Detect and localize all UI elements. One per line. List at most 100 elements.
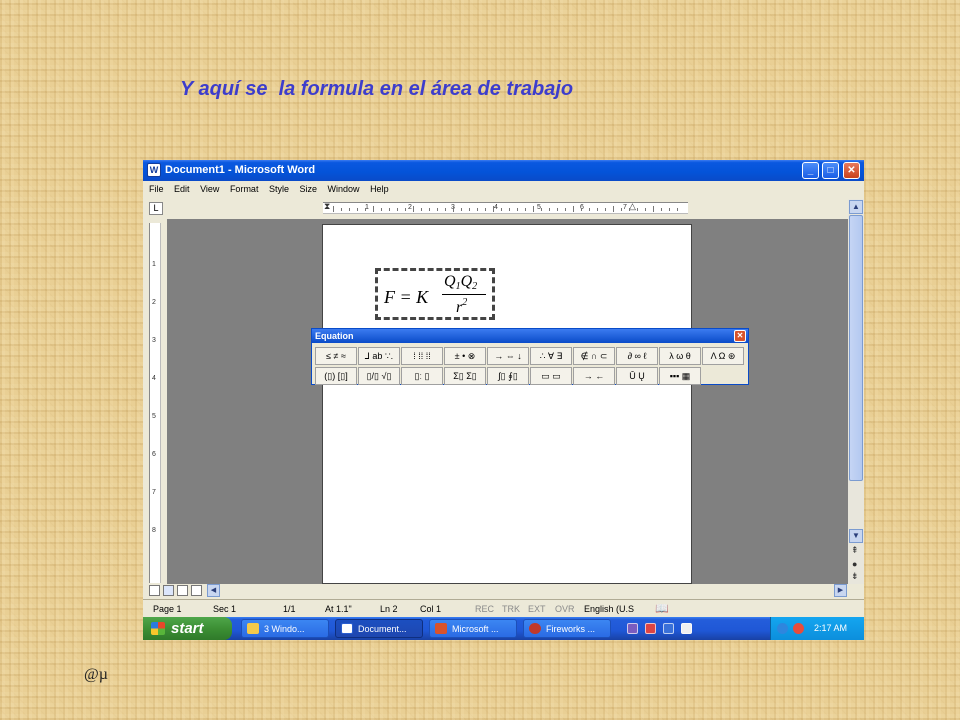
clock[interactable]: 2:17 AM	[814, 623, 847, 633]
taskbar-button-windows[interactable]: 3 Windo...	[241, 619, 329, 638]
fireworks-icon	[529, 623, 541, 634]
spaces-ellipses-button[interactable]: ⅃ ab ∵.	[358, 347, 400, 365]
status-pages: 1/1	[283, 604, 296, 614]
status-ext[interactable]: EXT	[528, 604, 546, 614]
labeled-arrow-button[interactable]: → ←	[573, 367, 615, 385]
vertical-ruler[interactable]: 1 2 3 4 5 6 7 8	[149, 223, 161, 583]
set-theory-button[interactable]: ∉ ∩ ⊂	[573, 347, 615, 365]
ruler-tick	[461, 208, 462, 211]
ruler-number: 2	[408, 204, 412, 211]
fraction-radical-button[interactable]: ▯/▯ √▯	[358, 367, 400, 385]
embellishments-button[interactable]: ⁞ ⁞⁞ ⁞⁞	[401, 347, 443, 365]
scroll-left-icon[interactable]: ◀	[207, 584, 220, 597]
menu-view[interactable]: View	[196, 181, 223, 194]
ruler-number: 5	[152, 413, 156, 420]
ruler-tick	[677, 208, 678, 211]
ruler-tick	[621, 208, 622, 211]
scroll-up-icon[interactable]: ▲	[849, 200, 863, 214]
quicklaunch-help-icon[interactable]	[663, 623, 674, 634]
document-page[interactable]: F = K Q1Q2 r2	[322, 224, 692, 584]
eq-sub-2: 2	[472, 281, 478, 292]
status-trk[interactable]: TRK	[502, 604, 520, 614]
tab-selector[interactable]: L	[149, 202, 163, 215]
taskbar-button-document[interactable]: Document...	[335, 619, 423, 638]
security-alert-icon[interactable]	[793, 623, 804, 634]
quicklaunch-chat-icon[interactable]	[645, 623, 656, 634]
quicklaunch-pen-icon[interactable]	[627, 623, 638, 634]
equation-toolbar-title[interactable]: Equation	[312, 329, 748, 343]
menu-file[interactable]: File	[145, 181, 168, 194]
greek-lower-button[interactable]: λ ω θ	[659, 347, 701, 365]
vertical-scrollbar[interactable]: ▲ ▼ ⇞ ● ⇟	[848, 199, 864, 584]
menu-size[interactable]: Size	[296, 181, 322, 194]
status-ovr[interactable]: OVR	[555, 604, 575, 614]
subscript-superscript-button[interactable]: ▯ː ▯	[401, 367, 443, 385]
ruler-tick	[581, 208, 582, 211]
ruler-tick	[453, 206, 454, 212]
outline-view-icon[interactable]	[191, 585, 202, 596]
ruler-tick	[525, 208, 526, 211]
minimize-button[interactable]: _	[802, 162, 819, 179]
arrow-symbols-button[interactable]: → ⇔ ↓	[487, 347, 529, 365]
next-page-icon[interactable]: ⇟	[851, 571, 859, 582]
products-set-button[interactable]: Ū Ų	[616, 367, 658, 385]
taskbar-button-fireworks[interactable]: Fireworks ...	[523, 619, 611, 638]
menu-help[interactable]: Help	[366, 181, 393, 194]
ruler-number: 7	[623, 204, 627, 211]
fence-templates-button[interactable]: (▯) [▯]	[315, 367, 357, 385]
windows-taskbar: start 3 Windo... Document... Microsoft .…	[143, 617, 864, 640]
normal-view-icon[interactable]	[149, 585, 160, 596]
ruler-tick	[533, 206, 534, 212]
web-layout-icon[interactable]	[163, 585, 174, 596]
underbar-overbar-button[interactable]: ▭ ▭	[530, 367, 572, 385]
ruler-tick	[477, 208, 478, 211]
summation-button[interactable]: Σ▯ Σ▯	[444, 367, 486, 385]
horizontal-ruler[interactable]: 1 2 3 4 5 6 7 ⧗ △	[323, 201, 688, 214]
eq-var-q1: Q	[444, 273, 456, 290]
close-button[interactable]: ✕	[843, 162, 860, 179]
greek-upper-button[interactable]: Λ Ω ⊛	[702, 347, 744, 365]
ruler-number: 6	[152, 451, 156, 458]
right-indent-marker[interactable]: △	[629, 201, 636, 212]
integral-button[interactable]: ∫▯ ∮▯	[487, 367, 529, 385]
print-layout-icon[interactable]	[177, 585, 188, 596]
prev-page-icon[interactable]: ⇞	[851, 545, 859, 556]
equation-object[interactable]: F = K Q1Q2 r2	[375, 268, 495, 320]
equation-toolbar-row-symbols: ≤ ≠ ≈ ⅃ ab ∵. ⁞ ⁞⁞ ⁞⁞ ± • ⊗ → ⇔ ↓ ∴ ∀ ∃ …	[315, 347, 747, 365]
window-titlebar[interactable]: W Document1 - Microsoft Word _ □ ✕	[143, 160, 864, 181]
ruler-tick	[517, 208, 518, 211]
menu-edit[interactable]: Edit	[170, 181, 194, 194]
quicklaunch-document-icon[interactable]	[681, 623, 692, 634]
network-icon[interactable]	[777, 623, 788, 634]
menu-format[interactable]: Format	[226, 181, 263, 194]
menu-window[interactable]: Window	[324, 181, 364, 194]
misc-symbols-button[interactable]: ∂ ∞ ℓ	[616, 347, 658, 365]
equation-toolbar-close-icon[interactable]: ✕	[734, 330, 746, 342]
equation-toolbar[interactable]: Equation ✕ ≤ ≠ ≈ ⅃ ab ∵. ⁞ ⁞⁞ ⁞⁞ ± • ⊗ →…	[311, 328, 749, 385]
horizontal-scrollbar[interactable]: ◀ ▶	[143, 584, 864, 598]
relational-symbols-button[interactable]: ≤ ≠ ≈	[315, 347, 357, 365]
status-position: At 1.1"	[325, 604, 352, 614]
ruler-tick	[661, 208, 662, 211]
spelling-check-icon[interactable]: 📖	[655, 602, 669, 615]
operator-symbols-button[interactable]: ± • ⊗	[444, 347, 486, 365]
scroll-thumb[interactable]	[849, 215, 863, 481]
browse-object-icon[interactable]: ●	[852, 559, 857, 569]
status-language: English (U.S	[584, 604, 635, 614]
menu-style[interactable]: Style	[265, 181, 293, 194]
status-rec[interactable]: REC	[475, 604, 494, 614]
taskbar-button-microsoft[interactable]: Microsoft ...	[429, 619, 517, 638]
scroll-right-icon[interactable]: ▶	[834, 584, 847, 597]
fraction-bar	[442, 294, 486, 295]
scroll-down-icon[interactable]: ▼	[849, 529, 863, 543]
start-button[interactable]: start	[143, 617, 232, 640]
status-bar: Page 1 Sec 1 1/1 At 1.1" Ln 2 Col 1 REC …	[143, 599, 864, 617]
eq-sup-2: 2	[462, 297, 468, 308]
ruler-tick	[597, 208, 598, 211]
matrix-templates-button[interactable]: ▪▪▪ ▦	[659, 367, 701, 385]
ruler-tick	[669, 208, 670, 211]
left-indent-marker[interactable]: ⧗	[324, 201, 330, 212]
maximize-button[interactable]: □	[822, 162, 839, 179]
powerpoint-icon	[435, 623, 447, 634]
logical-symbols-button[interactable]: ∴ ∀ ∃	[530, 347, 572, 365]
